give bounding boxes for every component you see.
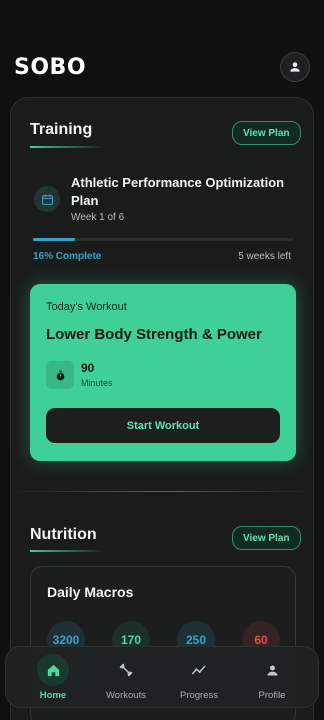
trend-icon [191, 665, 206, 675]
nav-item-profile[interactable]: Profile [242, 647, 302, 709]
nav-label-workouts: Workouts [106, 690, 146, 701]
training-view-plan-button[interactable]: View Plan [232, 121, 301, 145]
person-icon [267, 665, 277, 675]
nutrition-title-underline [30, 550, 104, 552]
profile-avatar-button[interactable] [280, 52, 310, 82]
content-panel: Training View Plan Athletic Performance … [10, 97, 314, 720]
calendar-icon [34, 186, 60, 212]
nav-item-workouts[interactable]: Workouts [96, 647, 156, 709]
nutrition-section-title: Nutrition [30, 526, 97, 543]
app-logo: SOBO [14, 55, 87, 80]
app-header: SOBO [0, 0, 324, 96]
plan-title: Athletic Performance Optimization Plan [71, 175, 285, 208]
bottom-navigation: Home Workouts Progress Profile [5, 646, 319, 708]
todays-workout-card: Today's Workout Lower Body Strength & Po… [30, 284, 296, 461]
nutrition-view-plan-button[interactable]: View Plan [232, 526, 301, 550]
plan-time-left: 5 weeks left [238, 251, 291, 262]
nav-item-progress[interactable]: Progress [169, 647, 229, 709]
home-icon [47, 664, 59, 676]
todays-workout-label: Today's Workout [46, 301, 127, 313]
person-icon [290, 62, 300, 72]
dumbbell-icon [119, 663, 133, 677]
workout-title: Lower Body Strength & Power [46, 326, 262, 343]
nav-label-profile: Profile [258, 690, 286, 701]
daily-macros-title: Daily Macros [47, 584, 134, 600]
nav-label-home: Home [39, 690, 67, 701]
plan-week: Week 1 of 6 [71, 212, 125, 223]
nav-label-progress: Progress [179, 690, 218, 701]
plan-progress-fill [33, 238, 75, 241]
nav-item-home[interactable]: Home [23, 647, 83, 709]
workout-duration-unit: Minutes [81, 378, 113, 388]
workout-duration: 90 [81, 361, 95, 375]
plan-progress-label: 16% Complete [33, 251, 102, 262]
start-workout-button[interactable]: Start Workout [46, 408, 280, 443]
stopwatch-icon [46, 361, 74, 389]
training-section-title: Training [30, 121, 93, 138]
training-title-underline [30, 146, 104, 148]
plan-progress-bar [33, 238, 293, 241]
section-divider [11, 491, 313, 492]
